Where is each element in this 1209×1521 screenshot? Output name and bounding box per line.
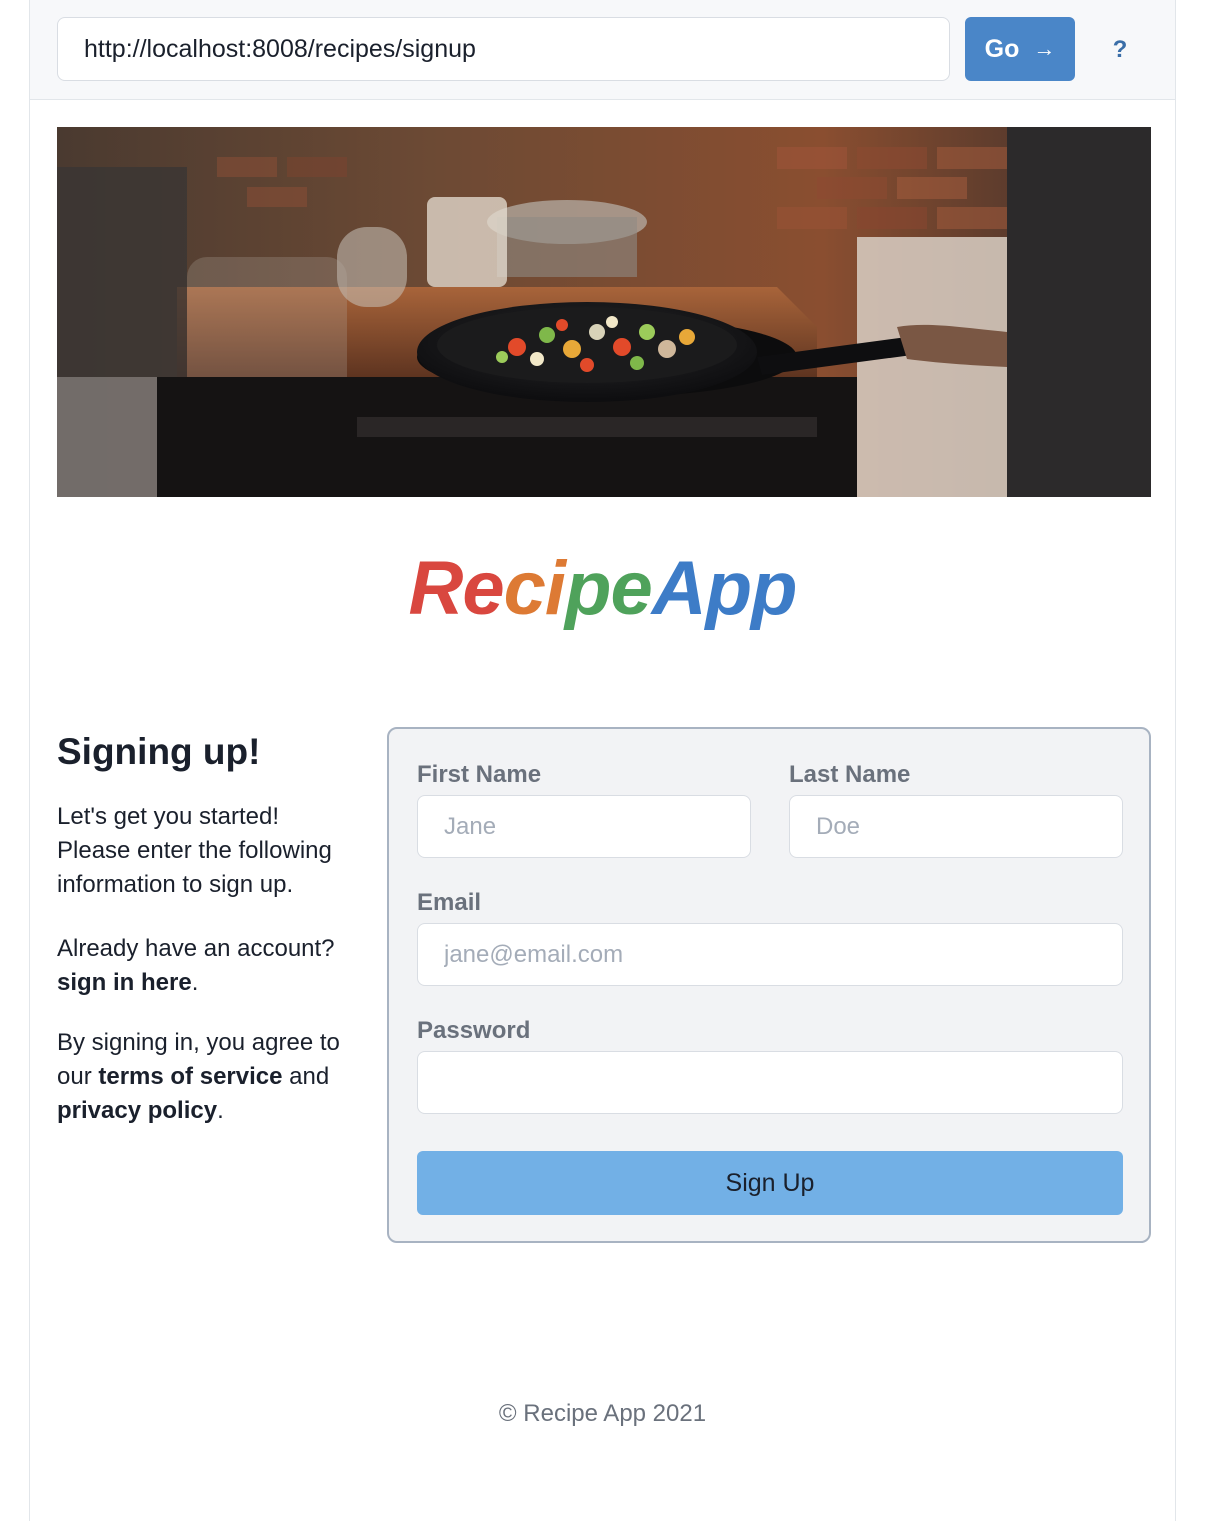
privacy-policy-link[interactable]: privacy policy [57,1097,217,1124]
sign-in-link[interactable]: sign in here [57,969,192,996]
logo-part-app: App [651,546,798,631]
recipe-app-logo: RecipeApp [30,544,1175,634]
email-field[interactable] [417,923,1123,986]
already-account-prefix: Already have an account? [57,935,335,962]
terms-text: By signing in, you agree to our terms of… [57,1026,357,1128]
sign-up-button[interactable]: Sign Up [417,1151,1123,1215]
logo-part-ci: ci [503,546,566,631]
footer-copyright: © Recipe App 2021 [498,1400,707,1427]
cooking-pan-photo [57,127,1151,497]
last-name-field[interactable] [789,795,1123,858]
help-button[interactable]: ? [1102,30,1138,70]
first-name-field[interactable] [417,795,751,858]
url-input[interactable] [57,17,950,81]
arrow-right-icon: → [1033,36,1056,61]
go-button-label: Go [984,34,1020,63]
signup-intro: Signing up! Let's get you started! Pleas… [57,728,357,1128]
terms-and: and [282,1063,330,1090]
terms-period: . [217,1097,224,1124]
last-name-label: Last Name [789,761,911,788]
first-name-label: First Name [417,761,542,788]
email-label: Email [417,889,482,916]
password-field[interactable] [417,1051,1123,1114]
password-label: Password [417,1017,531,1044]
intro-text: Let's get you started! Please enter the … [57,803,332,898]
already-account-text: Already have an account? sign in here. [57,932,357,1000]
hero-image [57,127,1151,497]
go-button[interactable]: Go → [965,17,1075,81]
terms-of-service-link[interactable]: terms of service [98,1063,282,1090]
logo-part-re: Re [408,546,505,631]
page-title: Signing up! [57,731,261,772]
logo-part-pe: pe [565,546,653,631]
page-frame: Go → ? [29,0,1176,1521]
signup-form: First Name Last Name Email Password Sign… [387,727,1151,1243]
already-account-period: . [191,969,199,996]
address-bar: Go → ? [30,0,1175,100]
